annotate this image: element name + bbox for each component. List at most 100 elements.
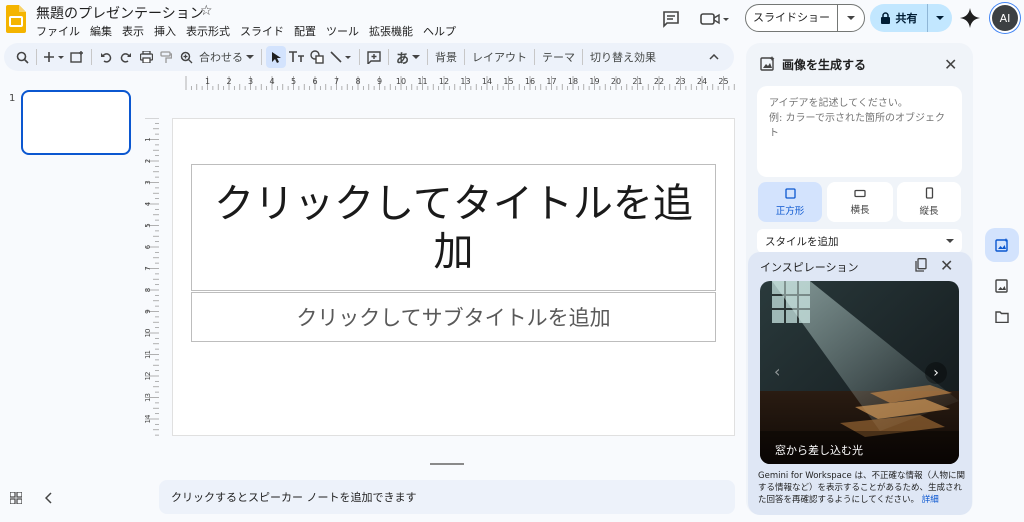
add-comment-icon[interactable] bbox=[364, 46, 384, 68]
ruler-tick-label: 13 bbox=[460, 77, 470, 86]
chevron-down-icon[interactable] bbox=[838, 15, 864, 21]
ruler-tick-label: 25 bbox=[718, 77, 728, 86]
image-search-rail-icon[interactable] bbox=[985, 269, 1019, 303]
insert-image-shape-icon[interactable] bbox=[307, 46, 327, 68]
vertical-ruler[interactable]: 1234567891011121314 bbox=[145, 118, 159, 436]
next-chevron-right-icon[interactable]: › bbox=[925, 362, 947, 384]
ruler-tick-label: 18 bbox=[568, 77, 578, 86]
aspect-square-button[interactable]: 正方形 bbox=[758, 182, 822, 222]
details-link[interactable]: 詳細 bbox=[922, 495, 939, 505]
title-placeholder[interactable]: クリックしてタイトルを追加 bbox=[191, 164, 716, 291]
menu-file[interactable]: ファイル bbox=[36, 23, 87, 39]
ruler-tick-label: 20 bbox=[611, 77, 621, 86]
ruler-tick-label: 22 bbox=[654, 77, 664, 86]
background-button[interactable]: 背景 bbox=[432, 46, 460, 68]
slideshow-button[interactable]: スライドショー bbox=[745, 4, 865, 32]
undo-icon[interactable] bbox=[96, 46, 116, 68]
share-main[interactable]: 共有 bbox=[870, 4, 928, 32]
meet-icon[interactable] bbox=[698, 8, 732, 30]
ruler-tick-label: 11 bbox=[145, 350, 152, 359]
grid-view-icon[interactable] bbox=[10, 492, 22, 504]
ruler-tick-label: 23 bbox=[675, 77, 685, 86]
image-prompt-input[interactable]: アイデアを記述してください。 例: カラーで示された箇所のオブジェクト bbox=[757, 86, 962, 177]
collapse-filmstrip-chevron-left-icon[interactable] bbox=[45, 492, 53, 504]
menu-help[interactable]: ヘルプ bbox=[423, 23, 463, 39]
panel-title: 画像を生成する bbox=[782, 58, 867, 72]
aspect-square-label: 正方形 bbox=[775, 205, 805, 217]
menu-view[interactable]: 表示 bbox=[122, 23, 151, 39]
input-method-button[interactable]: あ bbox=[393, 46, 423, 68]
toolbar: 合わせる あ 背景 レイアウト テーマ 切り替え効果 bbox=[4, 43, 734, 71]
copy-prompt-icon[interactable] bbox=[915, 258, 927, 272]
star-icon[interactable]: ☆ bbox=[200, 3, 213, 19]
ruler-tick-label: 16 bbox=[525, 77, 535, 86]
comments-icon[interactable] bbox=[660, 8, 682, 30]
ruler-tick-label: 14 bbox=[145, 414, 152, 423]
aspect-landscape-button[interactable]: 横長 bbox=[827, 182, 893, 222]
ruler-tick-label: 10 bbox=[396, 77, 406, 86]
ruler-tick-label: 4 bbox=[145, 201, 152, 206]
landscape-icon bbox=[854, 189, 866, 197]
close-inspiration-icon[interactable]: ✕ bbox=[940, 256, 953, 275]
folder-rail-icon[interactable] bbox=[985, 300, 1019, 334]
horizontal-ruler[interactable]: 1 2 3 4 5 6 7 8 9 10 11 12 13 14 15 16 17 18 19 20 21 22 23 24 2… bbox=[172, 76, 737, 90]
ruler-tick-label: 24 bbox=[697, 77, 707, 86]
ruler-tick-label: 2 bbox=[145, 159, 152, 163]
slide-thumbnail[interactable] bbox=[21, 90, 131, 155]
avatar[interactable]: AI bbox=[992, 5, 1018, 31]
subtitle-placeholder[interactable]: クリックしてサブタイトルを追加 bbox=[191, 292, 716, 342]
new-slide-layout-icon[interactable] bbox=[67, 46, 87, 68]
redo-icon[interactable] bbox=[116, 46, 136, 68]
image-sparkle-icon bbox=[760, 56, 775, 71]
menu-extensions[interactable]: 拡張機能 bbox=[369, 23, 420, 39]
ruler-tick-label: 3 bbox=[145, 180, 152, 184]
square-icon bbox=[784, 187, 796, 199]
inspiration-caption: 窓から差し込む光 bbox=[775, 444, 863, 457]
new-slide-plus-icon[interactable] bbox=[41, 46, 67, 68]
menu-arrange[interactable]: 配置 bbox=[294, 23, 323, 39]
slideshow-label[interactable]: スライドショー bbox=[746, 5, 838, 31]
close-panel-icon[interactable]: ✕ bbox=[944, 55, 957, 74]
notes-resize-handle[interactable] bbox=[430, 463, 464, 465]
gemini-disclaimer: Gemini for Workspace は、不正確な情報（人物に関する情報など… bbox=[758, 470, 968, 506]
style-dropdown[interactable]: スタイルを追加 bbox=[757, 229, 962, 253]
menu-slide[interactable]: スライド bbox=[240, 23, 291, 39]
ruler-tick-label: 1 bbox=[205, 77, 210, 86]
gemini-sparkle-icon[interactable] bbox=[960, 8, 980, 28]
collapse-toolbar-chevron-up-icon[interactable] bbox=[704, 46, 724, 68]
theme-button[interactable]: テーマ bbox=[539, 46, 578, 68]
ruler-tick-label: 5 bbox=[291, 77, 296, 86]
menu-bar: ファイル 編集 表示 挿入 表示形式 スライド 配置 ツール 拡張機能 ヘルプ bbox=[36, 23, 466, 39]
paint-format-icon[interactable] bbox=[156, 46, 176, 68]
generate-image-rail-icon[interactable] bbox=[985, 228, 1019, 262]
layout-button[interactable]: レイアウト bbox=[469, 46, 530, 68]
doc-title[interactable]: 無題のプレゼンテーション bbox=[36, 3, 204, 23]
menu-tools[interactable]: ツール bbox=[326, 23, 366, 39]
transition-button[interactable]: 切り替え効果 bbox=[587, 46, 659, 68]
aspect-portrait-label: 縦長 bbox=[919, 206, 939, 217]
previous-chevron-left-icon[interactable]: ‹ bbox=[774, 362, 794, 382]
select-cursor-icon[interactable] bbox=[266, 46, 286, 68]
text-box-icon[interactable] bbox=[286, 46, 307, 68]
aspect-landscape-label: 横長 bbox=[850, 204, 870, 216]
share-button[interactable]: 共有 bbox=[870, 4, 952, 32]
share-label: 共有 bbox=[895, 12, 918, 25]
ruler-tick-label: 21 bbox=[632, 77, 642, 86]
search-menus-icon[interactable] bbox=[12, 46, 32, 68]
line-icon[interactable] bbox=[327, 46, 355, 68]
ruler-tick-label: 11 bbox=[417, 77, 427, 86]
zoom-select[interactable]: 合わせる bbox=[196, 46, 257, 68]
ruler-tick-label: 13 bbox=[145, 393, 152, 402]
ruler-tick-label: 9 bbox=[377, 77, 382, 86]
speaker-notes[interactable]: クリックするとスピーカー ノートを追加できます bbox=[159, 480, 735, 514]
zoom-icon[interactable] bbox=[176, 46, 196, 68]
style-label: スタイルを追加 bbox=[765, 235, 839, 248]
slides-logo-icon[interactable] bbox=[6, 5, 26, 33]
menu-edit[interactable]: 編集 bbox=[90, 23, 119, 39]
aspect-portrait-button[interactable]: 縦長 bbox=[897, 182, 961, 222]
menu-insert[interactable]: 挿入 bbox=[154, 23, 183, 39]
share-chevron-down-icon[interactable] bbox=[928, 15, 952, 21]
print-icon[interactable] bbox=[136, 46, 156, 68]
menu-format[interactable]: 表示形式 bbox=[186, 23, 237, 39]
ruler-tick-label: 12 bbox=[439, 77, 449, 86]
